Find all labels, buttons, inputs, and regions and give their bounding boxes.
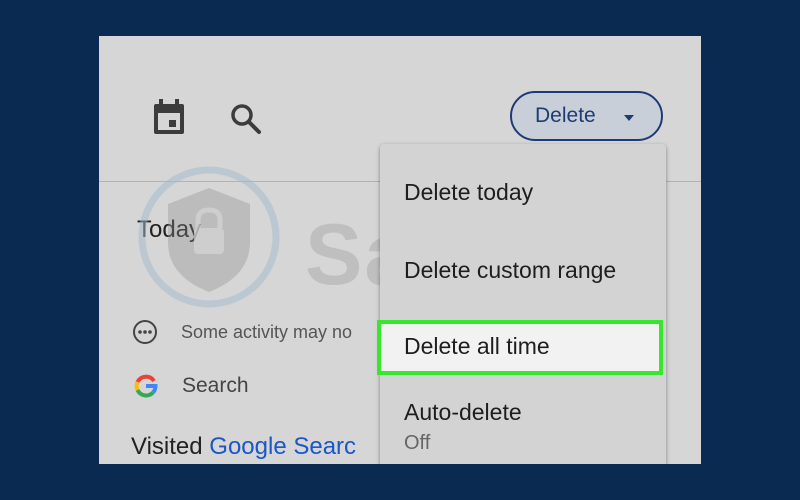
menu-item-delete-today[interactable]: Delete today	[404, 179, 533, 206]
search-icon[interactable]	[229, 102, 263, 136]
section-title: Today	[137, 216, 202, 243]
menu-item-delete-custom-range[interactable]: Delete custom range	[404, 257, 616, 284]
visited-prefix: Visited	[131, 433, 203, 460]
delete-dropdown-button[interactable]: Delete	[510, 91, 663, 141]
delete-button-label: Delete	[535, 104, 596, 127]
app-panel: Delete Today Some activity may no Search…	[99, 36, 701, 464]
auto-delete-status: Off	[404, 432, 431, 454]
menu-item-auto-delete[interactable]: Auto-delete	[404, 399, 522, 426]
calendar-icon[interactable]	[152, 99, 186, 135]
caret-down-icon	[624, 115, 634, 121]
delete-menu: Delete today Delete custom range Delete …	[377, 144, 666, 464]
search-activity-row[interactable]: Search	[133, 373, 249, 399]
search-row-label: Search	[182, 374, 249, 397]
visited-link[interactable]: Google Searc	[209, 433, 356, 460]
activity-notice-text: Some activity may no	[181, 321, 353, 342]
google-g-icon	[134, 374, 158, 398]
more-horizontal-icon	[133, 320, 157, 344]
activity-notice: Some activity may no	[132, 319, 352, 345]
visited-line: Visited Google Searc	[131, 433, 356, 461]
menu-item-delete-all-time[interactable]: Delete all time	[404, 333, 550, 360]
